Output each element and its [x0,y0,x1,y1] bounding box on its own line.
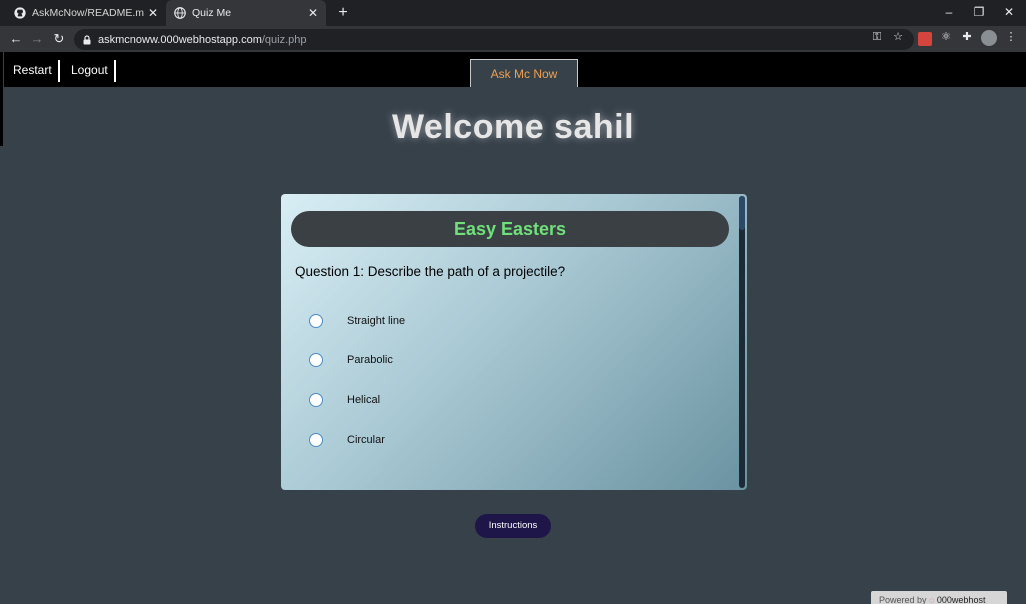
puzzle-extensions-icon[interactable]: ✚ [959,29,975,45]
minimize-button[interactable]: – [934,2,964,22]
browser-toolbar: ← → ↻ askmcnoww.000webhostapp.com/quiz.p… [0,26,1026,52]
profile-avatar[interactable] [981,30,997,46]
tab-title: AskMcNow/README.md at mast [32,7,144,19]
quiz-title: Easy Easters [291,211,729,247]
address-bar[interactable]: askmcnoww.000webhostapp.com/quiz.php [74,29,914,50]
ask-mc-now-button[interactable]: Ask Mc Now [470,59,578,87]
card-scrollbar-thumb[interactable] [739,196,745,230]
menu-kebab-icon[interactable]: ⋮ [1003,29,1019,45]
restore-button[interactable]: ❐ [964,2,994,22]
react-extension-icon[interactable]: ⚛ [938,29,954,45]
welcome-heading: Welcome sahil [391,108,635,146]
star-icon[interactable]: ☆ [890,29,906,45]
new-tab-button[interactable]: + [333,3,353,23]
close-icon[interactable]: ✕ [148,6,158,20]
radio-button[interactable] [309,433,323,447]
url-path: /quiz.php [261,33,307,46]
powered-by-label: Powered by [879,595,927,604]
reload-icon[interactable]: ↻ [50,30,68,48]
logout-link[interactable]: Logout [71,60,116,82]
option-helical[interactable]: Helical [309,390,380,410]
quiz-card: Easy Easters Question 1: Describe the pa… [281,194,747,490]
lock-icon [83,34,91,44]
tab-quiz-me[interactable]: Quiz Me ✕ [166,0,326,26]
powered-by-brand: 000webhost [936,595,986,604]
option-label: Parabolic [347,354,393,366]
close-icon[interactable]: ✕ [308,6,318,20]
window-close-button[interactable]: ✕ [994,2,1024,22]
webhost-logo-icon: ◌ [929,595,937,604]
github-icon [14,7,26,19]
globe-icon [174,7,186,19]
option-circular[interactable]: Circular [309,430,385,450]
extension-red-icon[interactable] [918,32,932,46]
option-label: Helical [347,394,381,406]
radio-button[interactable] [309,393,323,407]
radio-button[interactable] [309,314,323,328]
option-label: Straight line [347,315,406,327]
radio-button[interactable] [309,353,323,367]
key-icon[interactable]: ⚿ [869,29,885,45]
browser-tab-strip: AskMcNow/README.md at mast ✕ Quiz Me ✕ +… [0,0,1026,26]
back-arrow-icon[interactable]: ← [7,30,25,48]
tab-github-readme[interactable]: AskMcNow/README.md at mast ✕ [6,0,166,26]
powered-by-badge[interactable]: Powered by ◌ 000webhost [871,591,1007,604]
tab-title: Quiz Me [192,7,232,19]
forward-arrow-icon[interactable]: → [28,30,46,48]
restart-link[interactable]: Restart [13,60,60,82]
option-straight-line[interactable]: Straight line [309,311,405,331]
instructions-button[interactable]: Instructions [475,514,551,538]
url-host: askmcnoww.000webhostapp.com [98,33,262,46]
option-label: Circular [347,434,385,446]
question-text: Question 1: Describe the path of a proje… [295,264,566,279]
option-parabolic[interactable]: Parabolic [309,350,393,370]
card-scrollbar-track[interactable] [739,196,745,488]
